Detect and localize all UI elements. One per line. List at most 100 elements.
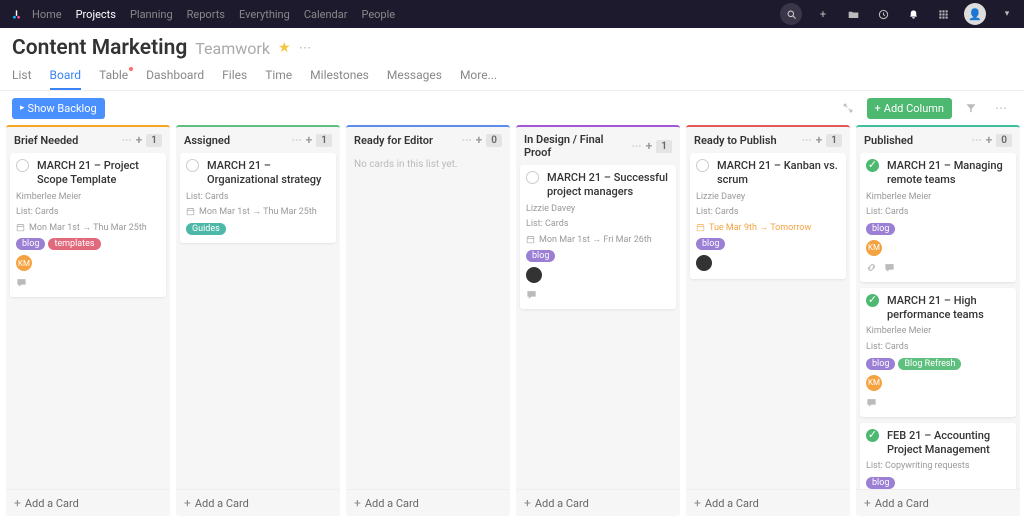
column-published: Published⋯+0✓MARCH 21 – Managing remote … bbox=[856, 125, 1020, 516]
star-icon[interactable]: ★ bbox=[278, 40, 291, 56]
tag[interactable]: blog bbox=[866, 223, 895, 235]
avatar[interactable]: KM bbox=[16, 255, 32, 271]
column-more-icon[interactable]: ⋯ bbox=[972, 135, 982, 146]
collapse-icon[interactable] bbox=[837, 97, 859, 119]
column-add-icon[interactable]: + bbox=[306, 133, 313, 147]
tab-dashboard[interactable]: Dashboard bbox=[146, 68, 204, 90]
check-icon[interactable]: ✓ bbox=[866, 159, 879, 172]
column-add-icon[interactable]: + bbox=[986, 133, 993, 147]
nav-reports[interactable]: Reports bbox=[187, 8, 225, 21]
tag[interactable]: blog bbox=[16, 238, 45, 250]
avatar[interactable]: KM bbox=[866, 240, 882, 256]
add-card-button[interactable]: +Add a Card bbox=[856, 489, 1020, 516]
column-more-icon[interactable]: ⋯ bbox=[292, 135, 302, 146]
project-title: Content Marketing bbox=[12, 36, 187, 60]
card-list: List: Cards bbox=[526, 218, 670, 231]
check-icon[interactable] bbox=[526, 171, 539, 184]
nav-everything[interactable]: Everything bbox=[239, 8, 290, 21]
card-assignee: Lizzie Davey bbox=[696, 191, 840, 204]
comment-icon[interactable] bbox=[866, 397, 878, 409]
avatar[interactable] bbox=[696, 255, 712, 271]
avatar[interactable] bbox=[526, 267, 542, 283]
add-card-button[interactable]: +Add a Card bbox=[176, 489, 340, 516]
tab-list[interactable]: List bbox=[12, 68, 32, 90]
tag[interactable]: blog bbox=[866, 358, 895, 370]
tab-messages[interactable]: Messages bbox=[387, 68, 442, 90]
app-logo[interactable] bbox=[8, 6, 24, 22]
tab-more[interactable]: More... bbox=[460, 68, 497, 90]
tag[interactable]: blog bbox=[696, 238, 725, 250]
tab-table[interactable]: Table bbox=[99, 68, 128, 90]
tab-time[interactable]: Time bbox=[265, 68, 292, 90]
user-avatar[interactable]: 👤 bbox=[964, 3, 986, 25]
header-more-icon[interactable]: ⋯ bbox=[299, 41, 312, 56]
card-list: List: Cards bbox=[866, 341, 1010, 354]
comment-icon[interactable] bbox=[526, 289, 538, 301]
card[interactable]: MARCH 21 – Kanban vs. scrumLizzie DaveyL… bbox=[690, 153, 846, 279]
plus-icon: + bbox=[864, 496, 871, 510]
column-brief-needed: Brief Needed⋯+1MARCH 21 – Project Scope … bbox=[6, 125, 170, 516]
tag[interactable]: blog bbox=[526, 250, 555, 262]
check-icon[interactable]: ✓ bbox=[866, 294, 879, 307]
card-icons bbox=[866, 397, 1010, 409]
add-card-button[interactable]: +Add a Card bbox=[686, 489, 850, 516]
card-list: List: Cards bbox=[696, 206, 840, 219]
more-icon[interactable]: ⋯ bbox=[990, 97, 1012, 119]
card[interactable]: MARCH 21 – Organizational strategyList: … bbox=[180, 153, 336, 243]
nav-calendar[interactable]: Calendar bbox=[304, 8, 348, 21]
tag[interactable]: Blog Refresh bbox=[898, 358, 961, 370]
column-add-icon[interactable]: + bbox=[476, 133, 483, 147]
comment-icon[interactable] bbox=[884, 262, 896, 274]
tag[interactable]: templates bbox=[48, 238, 100, 250]
column-add-icon[interactable]: + bbox=[646, 139, 653, 153]
check-icon[interactable] bbox=[16, 159, 29, 172]
column-add-icon[interactable]: + bbox=[136, 133, 143, 147]
column-ready-to-publish: Ready to Publish⋯+1MARCH 21 – Kanban vs.… bbox=[686, 125, 850, 516]
clock-icon[interactable] bbox=[874, 5, 892, 23]
column-more-icon[interactable]: ⋯ bbox=[462, 135, 472, 146]
nav-planning[interactable]: Planning bbox=[130, 8, 173, 21]
check-icon[interactable] bbox=[186, 159, 199, 172]
card[interactable]: ✓MARCH 21 – Managing remote teamsKimberl… bbox=[860, 153, 1016, 282]
top-nav: Home Projects Planning Reports Everything Cal… bbox=[0, 0, 1024, 28]
tag[interactable]: Guides bbox=[186, 223, 226, 235]
filter-icon[interactable] bbox=[960, 97, 982, 119]
check-icon[interactable]: ✓ bbox=[866, 429, 879, 442]
calendar-icon bbox=[186, 207, 196, 217]
nav-people[interactable]: People bbox=[361, 8, 395, 21]
add-card-button[interactable]: +Add a Card bbox=[6, 489, 170, 516]
column-count: 1 bbox=[316, 134, 332, 147]
add-card-button[interactable]: +Add a Card bbox=[346, 489, 510, 516]
column-add-icon[interactable]: + bbox=[816, 133, 823, 147]
add-card-button[interactable]: +Add a Card bbox=[516, 489, 680, 516]
column-more-icon[interactable]: ⋯ bbox=[632, 141, 642, 152]
tab-files[interactable]: Files bbox=[222, 68, 247, 90]
plus-icon[interactable]: + bbox=[814, 5, 832, 23]
card[interactable]: MARCH 21 – Project Scope TemplateKimberl… bbox=[10, 153, 166, 297]
search-icon[interactable] bbox=[780, 3, 802, 25]
add-column-button[interactable]: +Add Column bbox=[867, 98, 952, 119]
team-name: Teamwork bbox=[195, 39, 270, 58]
plus-icon: + bbox=[524, 496, 531, 510]
card[interactable]: ✓MARCH 21 – High performance teamsKimber… bbox=[860, 288, 1016, 417]
column-more-icon[interactable]: ⋯ bbox=[802, 135, 812, 146]
card[interactable]: MARCH 21 – Successful project managersLi… bbox=[520, 165, 676, 309]
tag[interactable]: blog bbox=[866, 477, 895, 489]
chevron-down-icon[interactable]: ▾ bbox=[998, 5, 1016, 23]
tab-board[interactable]: Board bbox=[50, 68, 82, 90]
apps-icon[interactable] bbox=[934, 5, 952, 23]
avatar[interactable]: KM bbox=[866, 375, 882, 391]
card-assignee: Kimberlee Meier bbox=[16, 191, 160, 204]
card-avatars: KM bbox=[866, 240, 1010, 256]
folder-icon[interactable] bbox=[844, 5, 862, 23]
comment-icon[interactable] bbox=[16, 277, 28, 289]
link-icon[interactable] bbox=[866, 262, 878, 274]
tab-milestones[interactable]: Milestones bbox=[310, 68, 369, 90]
nav-projects[interactable]: Projects bbox=[76, 8, 116, 21]
card[interactable]: ✓FEB 21 – Accounting Project ManagementL… bbox=[860, 423, 1016, 489]
column-more-icon[interactable]: ⋯ bbox=[122, 135, 132, 146]
show-backlog-button[interactable]: ▸Show Backlog bbox=[12, 98, 105, 119]
check-icon[interactable] bbox=[696, 159, 709, 172]
nav-home[interactable]: Home bbox=[32, 8, 62, 21]
bell-icon[interactable] bbox=[904, 5, 922, 23]
